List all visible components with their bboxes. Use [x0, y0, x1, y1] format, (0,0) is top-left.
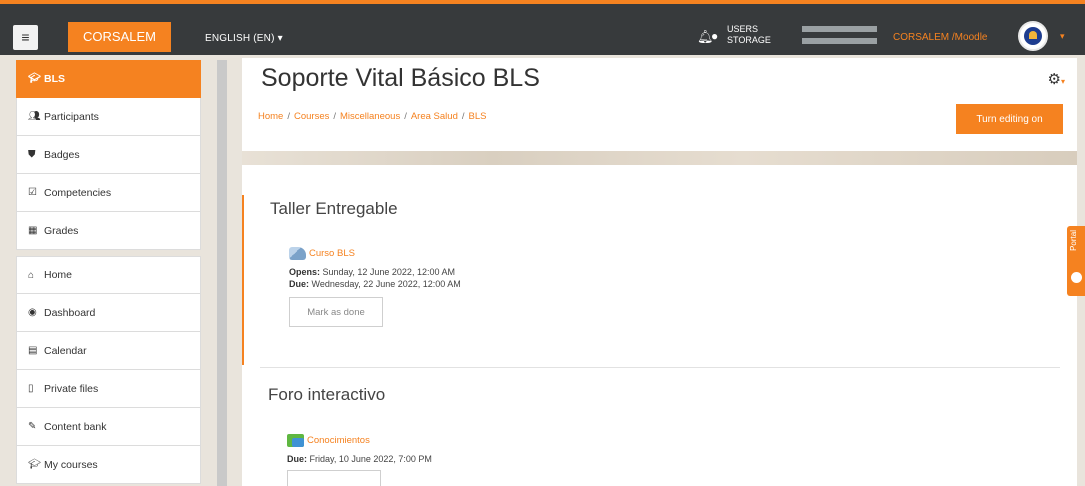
breadcrumb-miscellaneous[interactable]: Miscellaneous [340, 111, 400, 122]
breadcrumb-bls[interactable]: BLS [469, 111, 487, 122]
breadcrumb-separator: / [333, 111, 336, 122]
sidebar-item-label: My courses [44, 458, 98, 471]
quota-storage-label: STORAGE [727, 35, 771, 45]
language-menu[interactable]: ENGLISH (EN) ▾ [205, 33, 283, 44]
sidebar-item-my-courses[interactable]: 🎓︎ My courses [16, 446, 201, 484]
dashboard-icon: ◉ [28, 307, 37, 318]
mark-as-done-button[interactable] [287, 470, 381, 486]
section-title: Taller Entregable [270, 199, 398, 218]
users-icon: 👥︎ [28, 111, 41, 122]
sidebar-item-dashboard[interactable]: ◉ Dashboard [16, 294, 201, 332]
user-avatar[interactable] [1018, 21, 1048, 51]
sidebar-item-calendar[interactable]: ▤ Calendar [16, 332, 201, 370]
turn-editing-on-button[interactable]: Turn editing on [956, 104, 1063, 134]
activity-due: Due: Wednesday, 22 June 2022, 12:00 AM [289, 278, 461, 290]
activity-dates: Due: Friday, 10 June 2022, 7:00 PM [287, 453, 432, 465]
message-icon[interactable]: ● [711, 29, 718, 43]
activity-opens: Opens: Sunday, 12 June 2022, 12:00 AM [289, 266, 461, 278]
breadcrumb-separator: / [461, 111, 465, 122]
sidebar-item-label: Competencies [44, 186, 112, 199]
sidebar-item-label: Dashboard [44, 306, 96, 319]
sidebar-item-private-files[interactable]: ▯ Private files [16, 370, 201, 408]
quota-storage-bar [802, 38, 877, 44]
due-date: Friday, 10 June 2022, 7:00 PM [309, 454, 432, 464]
nav-drawer: 🎓︎ BLS 👥︎ Participants ⛊ Badges ☑ Competenci… [16, 60, 201, 484]
portal-icon [1071, 272, 1082, 283]
breadcrumb-separator: / [287, 111, 290, 122]
gear-icon[interactable]: ⚙▾ [1048, 70, 1065, 88]
page-title: Soporte Vital Básico BLS [261, 64, 540, 92]
course-section: Taller Entregable Curso BLS Opens: Sunda… [242, 195, 1077, 365]
course-content: Taller Entregable Curso BLS Opens: Sunda… [242, 165, 1077, 486]
section-title: Foro interactivo [268, 385, 386, 404]
chevron-down-icon: ▾ [1060, 77, 1065, 86]
sidebar-item-content-bank[interactable]: ✎ Content bank [16, 408, 201, 446]
quota-labels: USERS STORAGE [727, 24, 771, 46]
sidebar-item-label: Calendar [44, 344, 87, 357]
due-label: Due: [289, 279, 309, 289]
course-banner [242, 151, 1077, 165]
sidebar-item-label: BLS [44, 72, 65, 85]
brush-icon: ✎ [28, 421, 37, 432]
quota-users-label: USERS [727, 24, 759, 34]
sidebar-item-participants[interactable]: 👥︎ Participants [16, 98, 201, 136]
sidebar-item-label: Grades [44, 224, 79, 237]
check-square-icon: ☑ [28, 187, 37, 198]
calendar-icon: ▤ [28, 345, 38, 356]
quota-users-bar [802, 26, 877, 32]
opens-date: Sunday, 12 June 2022, 12:00 AM [322, 267, 455, 277]
activity-item: Curso BLS Opens: Sunday, 12 June 2022, 1… [289, 247, 461, 327]
sidebar-item-label: Content bank [44, 420, 107, 433]
sidebar-scrollbar[interactable] [217, 60, 227, 486]
sidebar-item-bls[interactable]: 🎓︎ BLS [16, 60, 201, 98]
user-menu-caret-icon[interactable]: ▾ [1060, 31, 1065, 42]
table-icon: ▦ [28, 225, 38, 236]
activity-item: Conocimientos Due: Friday, 10 June 2022,… [287, 434, 432, 486]
graduation-cap-icon: 🎓︎ [28, 73, 41, 84]
activity-link[interactable]: Curso BLS [289, 247, 461, 260]
activity-dates: Opens: Sunday, 12 June 2022, 12:00 AM Du… [289, 266, 461, 290]
course-section: Foro interactivo Conocimientos Due: Frid… [242, 370, 1077, 486]
forum-icon [287, 434, 304, 447]
breadcrumb-area-salud[interactable]: Area Salud [411, 111, 458, 122]
activity-due: Due: Friday, 10 June 2022, 7:00 PM [287, 453, 432, 465]
due-label: Due: [287, 454, 307, 464]
breadcrumb-home[interactable]: Home [258, 111, 283, 122]
breadcrumb: Home / Courses / Miscellaneous / Area Salud / BL… [258, 111, 486, 122]
file-icon: ▯ [28, 383, 34, 394]
due-date: Wednesday, 22 June 2022, 12:00 AM [311, 279, 461, 289]
shield-icon: ⛊ [28, 149, 36, 160]
page-header: Soporte Vital Básico BLS Home / Courses / Mi… [242, 58, 1077, 151]
activity-link[interactable]: Conocimientos [287, 434, 432, 447]
activity-name[interactable]: Conocimientos [307, 435, 370, 446]
avatar-logo-icon [1024, 27, 1042, 45]
portal-label: Portal [1069, 230, 1078, 251]
breadcrumb-separator: / [404, 111, 407, 122]
sidebar-item-label: Badges [44, 148, 80, 161]
hamburger-icon[interactable]: ≡ [13, 25, 38, 50]
top-navbar: ≡ CORSALEM ENGLISH (EN) ▾ 🔔︎ ● USERS STO… [0, 0, 1085, 55]
sidebar-item-grades[interactable]: ▦ Grades [16, 212, 201, 250]
sidebar-item-competencies[interactable]: ☑ Competencies [16, 174, 201, 212]
section-divider [260, 367, 1060, 368]
assignment-icon [289, 247, 306, 260]
home-icon: ⌂ [28, 269, 35, 281]
opens-label: Opens: [289, 267, 321, 277]
user-name-link[interactable]: CORSALEM /Moodle [893, 32, 987, 43]
mark-as-done-button[interactable]: Mark as done [289, 297, 383, 327]
sidebar-item-home[interactable]: ⌂ Home [16, 256, 201, 294]
sidebar-item-label: Home [44, 269, 73, 281]
breadcrumb-courses[interactable]: Courses [294, 111, 329, 122]
graduation-cap-icon: 🎓︎ [28, 459, 41, 470]
sidebar-item-label: Participants [44, 110, 99, 123]
site-brand-button[interactable]: CORSALEM [68, 22, 171, 52]
sidebar-item-label: Private files [44, 382, 99, 395]
activity-name[interactable]: Curso BLS [309, 248, 355, 259]
sidebar-item-badges[interactable]: ⛊ Badges [16, 136, 201, 174]
